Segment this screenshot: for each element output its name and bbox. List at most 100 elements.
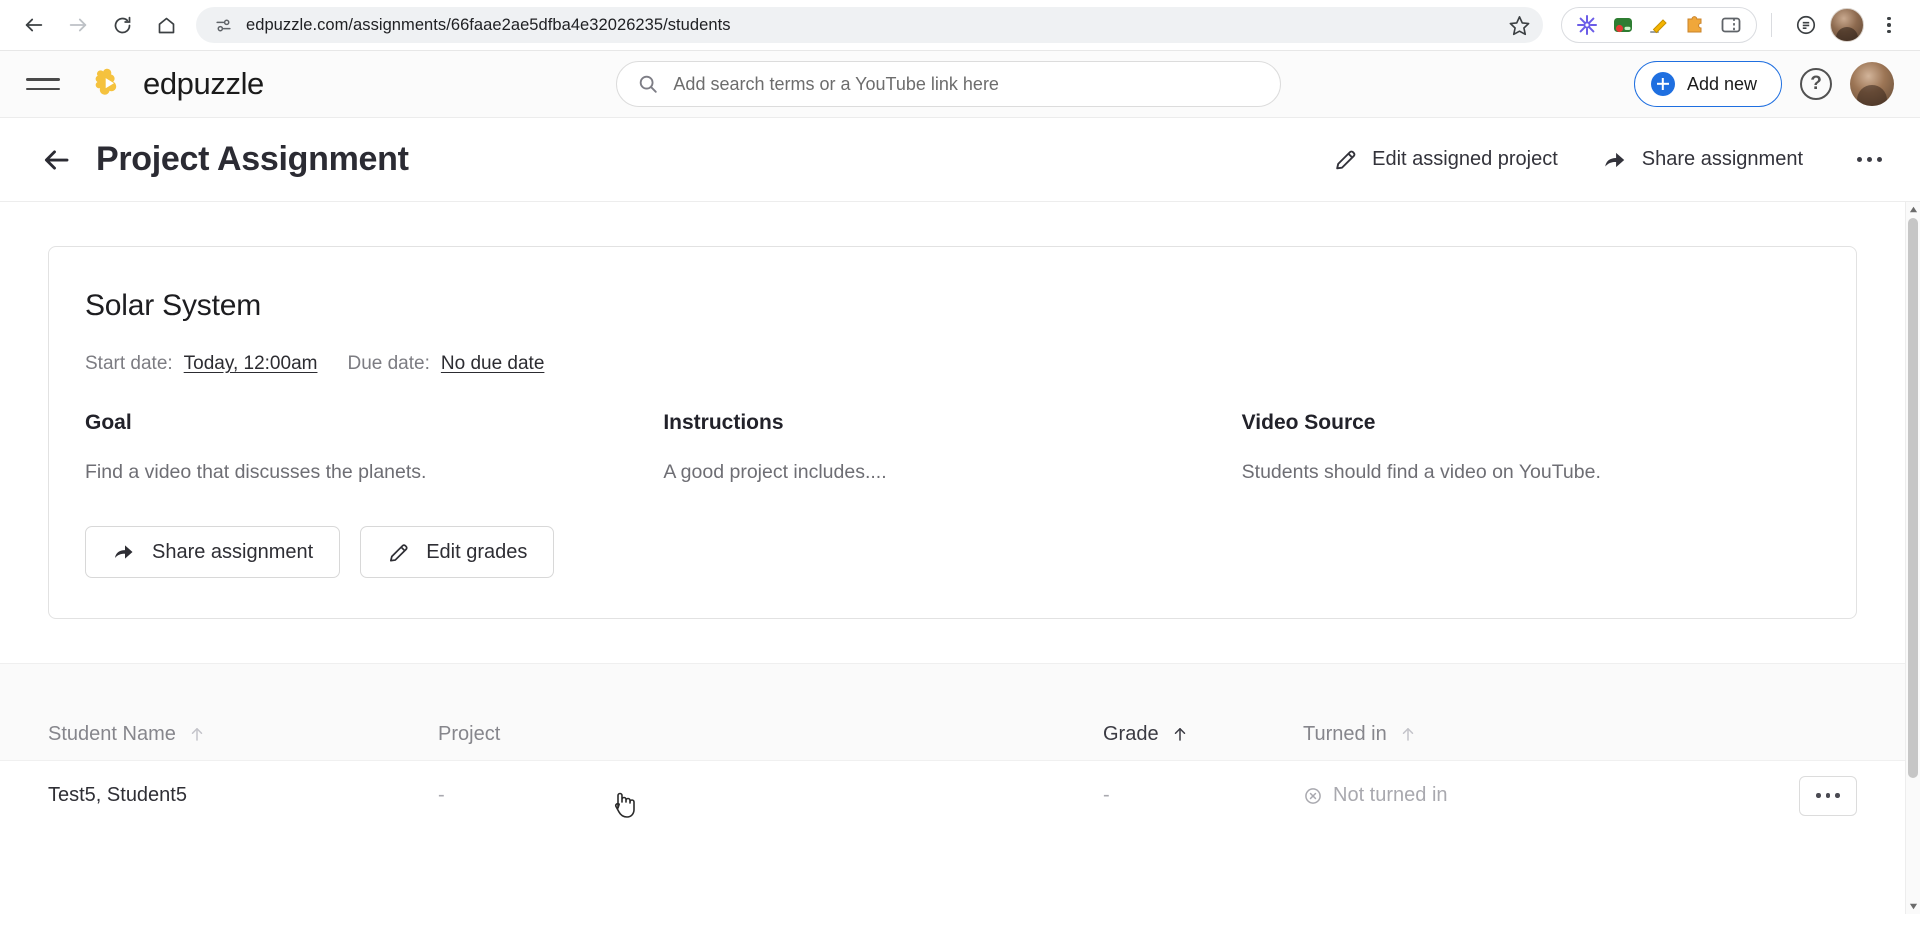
menu-dot (1887, 23, 1891, 27)
sort-up-arrow-icon (1402, 728, 1413, 741)
plus-icon (1650, 72, 1675, 96)
reload-icon (114, 16, 130, 33)
search-input[interactable]: Add search terms or a YouTube link here (616, 61, 1282, 107)
row-menu-dot (1835, 793, 1840, 798)
edpuzzle-puzzle-logo (95, 68, 117, 95)
page-title: Project Assignment (96, 140, 409, 178)
back-arrow-icon (25, 18, 43, 32)
share-assignment-button[interactable]: Share assignment (1602, 147, 1803, 173)
due-date-label: Due date: (347, 353, 430, 374)
hamburger-menu-icon[interactable] (26, 67, 66, 101)
video-source-column: Video Source Students should find a vide… (1242, 411, 1820, 484)
vertical-scrollbar[interactable] (1905, 202, 1920, 914)
edit-assigned-project-button[interactable]: Edit assigned project (1333, 147, 1558, 172)
scroll-up-button[interactable] (1906, 202, 1920, 217)
chrome-menu-button[interactable] (1872, 8, 1906, 42)
more-options-button[interactable] (1849, 149, 1890, 170)
share-arrow-icon (115, 545, 133, 559)
row-menu-dot (1825, 793, 1831, 798)
card-action-buttons: Share assignment Edit grades (85, 526, 1820, 578)
browser-forward-button[interactable] (58, 5, 98, 45)
header-project-label: Project (438, 722, 501, 745)
assignment-name: Solar System (85, 289, 261, 322)
add-new-button[interactable]: Add new (1633, 61, 1782, 107)
assignment-info-grid: Goal Find a video that discusses the pla… (85, 411, 1820, 484)
reader-mode-button[interactable] (1786, 5, 1826, 45)
card-share-assignment-label: Share assignment (152, 540, 314, 563)
grammarly-extension-icon[interactable] (1570, 9, 1604, 41)
recorder-icon (1614, 18, 1632, 33)
assignment-title-bar: Project Assignment Edit assigned project… (0, 118, 1920, 202)
home-icon (158, 17, 174, 33)
menu-dot (1887, 16, 1891, 21)
edit-assigned-project-label: Edit assigned project (1372, 148, 1558, 170)
bookmark-button[interactable] (1503, 9, 1535, 41)
star-icon (1509, 15, 1529, 35)
sidebar-extension-icon[interactable] (1714, 9, 1748, 41)
instructions-column: Instructions A good project includes.... (663, 411, 1241, 484)
row-more-options-button[interactable] (1799, 775, 1857, 816)
site-settings-button[interactable] (210, 12, 236, 38)
cell-row-menu (1663, 775, 1857, 816)
cell-turned-in-label: Not turned in (1333, 784, 1448, 806)
start-date-value[interactable]: Today, 12:00am (184, 353, 318, 375)
app-header: edpuzzle Add search terms or a YouTube l… (0, 50, 1920, 118)
scroll-down-button[interactable] (1906, 899, 1920, 914)
row-menu-dot (1816, 793, 1821, 798)
instructions-heading: Instructions (663, 411, 784, 434)
address-bar[interactable]: edpuzzle.com/assignments/66faae2ae5dfba4… (196, 7, 1543, 43)
header-turned-in[interactable]: Turned in (1303, 723, 1663, 746)
not-turned-in-icon (1305, 787, 1321, 804)
sidebar-panel-icon (1721, 17, 1741, 33)
edit-grades-button[interactable]: Edit grades (360, 526, 555, 578)
screen-recorder-extension-icon[interactable] (1606, 9, 1640, 41)
table-row[interactable]: Test5, Student5 - - Not turned in (0, 760, 1905, 830)
hamburger-line (26, 77, 60, 81)
header-grade[interactable]: Grade (1103, 723, 1303, 746)
marker-pen-icon (1650, 19, 1667, 34)
assignment-details-card: Solar System Start date: Today, 12:00am … (48, 246, 1857, 619)
video-source-heading: Video Source (1241, 411, 1376, 434)
instructions-body: A good project includes.... (663, 461, 887, 483)
menu-dot (1887, 29, 1891, 34)
goal-body: Find a video that discusses the planets. (85, 461, 427, 483)
scrollbar-thumb[interactable] (1908, 218, 1918, 778)
help-icon[interactable]: ? (1800, 68, 1832, 100)
browser-reload-button[interactable] (102, 5, 142, 45)
edit-grades-label: Edit grades (426, 540, 528, 563)
due-date-group: Due date: No due date (347, 353, 544, 375)
share-assignment-label: Share assignment (1641, 148, 1803, 170)
chrome-profile-avatar[interactable] (1830, 8, 1864, 42)
goal-column: Goal Find a video that discusses the pla… (85, 411, 663, 484)
browser-back-button[interactable] (14, 5, 54, 45)
back-arrow-icon (44, 149, 69, 170)
brand-name: edpuzzle (143, 66, 264, 101)
header-project[interactable]: Project (438, 723, 1103, 746)
pencil-icon (1336, 150, 1356, 170)
cell-student-name: Test5, Student5 (48, 784, 187, 806)
cell-grade: - (1103, 784, 1110, 806)
puzzle-extension-icon[interactable] (1678, 9, 1712, 41)
search-placeholder: Add search terms or a YouTube link here (673, 73, 999, 94)
header-grade-label: Grade (1103, 722, 1159, 745)
share-arrow-icon (1605, 152, 1625, 167)
header-student-name[interactable]: Student Name (48, 723, 438, 746)
card-share-assignment-button[interactable]: Share assignment (85, 526, 341, 578)
toolbar-divider (1771, 13, 1772, 37)
hamburger-line (26, 87, 60, 91)
due-date-value[interactable]: No due date (441, 353, 545, 375)
header-turned-in-label: Turned in (1303, 722, 1387, 745)
header-actions: Add new ? (1633, 61, 1894, 107)
user-avatar[interactable] (1850, 62, 1894, 106)
goal-heading: Goal (85, 411, 132, 434)
scroll-up-arrow-icon (1909, 206, 1917, 213)
cell-turned-in: Not turned in (1303, 784, 1663, 807)
browser-home-button[interactable] (146, 5, 186, 45)
scroll-inner: Solar System Start date: Today, 12:00am … (0, 246, 1905, 914)
header-student-name-label: Student Name (48, 722, 176, 745)
start-date-group: Start date: Today, 12:00am (85, 353, 317, 375)
brand-logo-group[interactable]: edpuzzle (90, 64, 264, 104)
highlighter-extension-icon[interactable] (1642, 9, 1676, 41)
page-back-button[interactable] (36, 139, 78, 181)
sort-up-arrow-icon (191, 728, 203, 741)
